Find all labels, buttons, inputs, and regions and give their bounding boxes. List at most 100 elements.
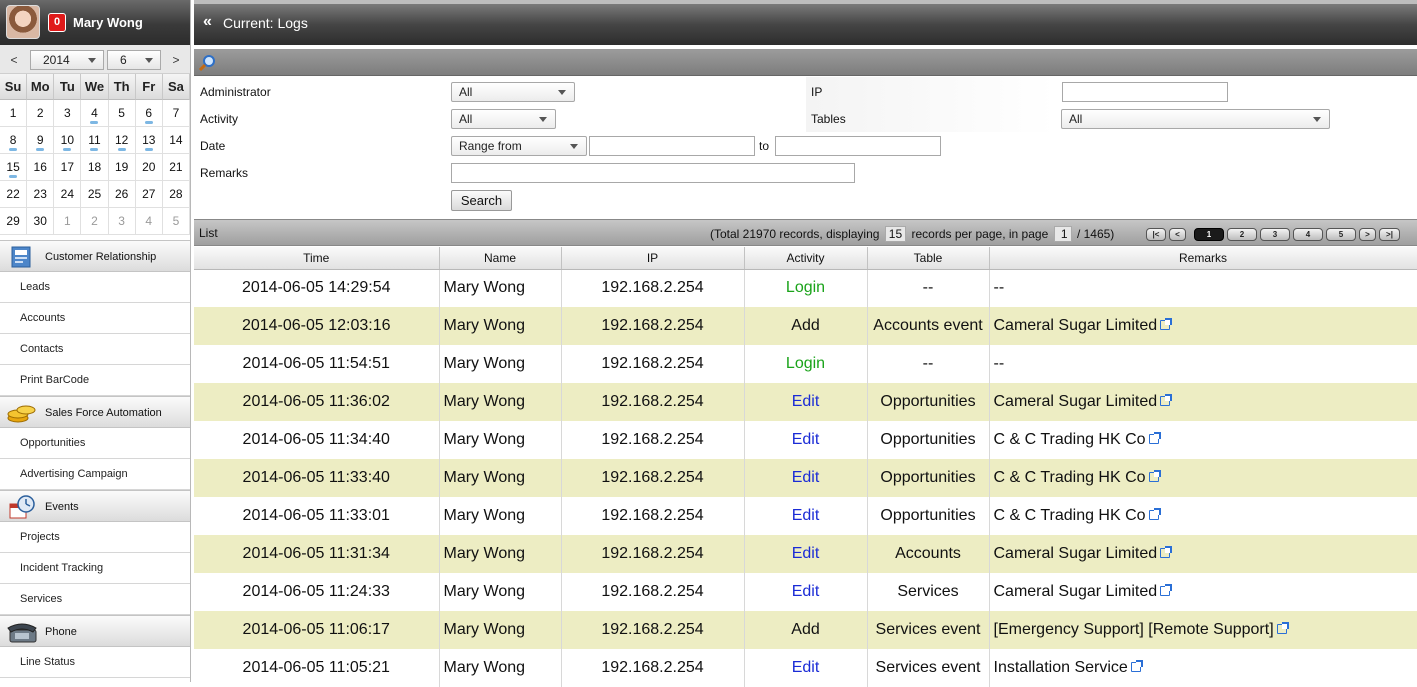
column-header-ip[interactable]: IP [561,247,745,270]
external-link-icon[interactable] [1148,470,1161,482]
calendar-day[interactable]: 29 [0,208,28,235]
calendar-day[interactable]: 7 [162,100,190,127]
calendar-day[interactable]: 3 [54,100,82,127]
cell-activity-text[interactable]: Edit [792,431,820,448]
page-button[interactable]: 1 [1194,228,1224,241]
external-link-icon[interactable] [1130,660,1143,672]
date-from-input[interactable] [589,136,755,156]
calendar-day[interactable]: 2 [81,208,109,235]
calendar-day[interactable]: 28 [162,181,190,208]
table-row[interactable]: 2014-06-05 11:34:40 Mary Wong 192.168.2.25… [194,421,1417,459]
calendar-day[interactable]: 26 [108,181,136,208]
calendar-day[interactable]: 2 [27,100,55,127]
calendar-next-button[interactable]: > [165,51,187,69]
prev-page-button[interactable]: < [1169,228,1186,241]
calendar-day[interactable]: 14 [162,127,190,154]
menu-item-projects[interactable]: Projects [0,522,190,553]
calendar-day[interactable]: 23 [27,181,55,208]
tables-select[interactable]: All [1061,109,1330,129]
cell-activity-text[interactable]: Edit [792,469,820,486]
cell-activity-text[interactable]: Edit [792,545,820,562]
cell-activity-text[interactable]: Login [786,279,825,296]
calendar-year-select[interactable]: 2014 [30,50,104,70]
per-page-input[interactable]: 15 [884,226,907,242]
calendar-day[interactable]: 21 [162,154,190,181]
calendar-day[interactable]: 30 [27,208,55,235]
search-icon[interactable] [198,54,216,72]
table-row[interactable]: 2014-06-05 11:06:17 Mary Wong 192.168.2.25… [194,611,1417,649]
menu-category-customer-relationship[interactable]: Customer Relationship [0,240,190,272]
cell-remarks-text[interactable]: Cameral Sugar Limited [994,393,1158,410]
external-link-icon[interactable] [1160,318,1173,330]
column-header-time[interactable]: Time [194,247,440,270]
notification-badge[interactable]: 0 [48,13,66,32]
calendar-day[interactable]: 9 [27,127,55,154]
table-row[interactable]: 2014-06-05 14:29:54 Mary Wong 192.168.2.25… [194,269,1417,307]
page-button[interactable]: 2 [1227,228,1257,241]
cell-activity-text[interactable]: Edit [792,393,820,410]
menu-category-events[interactable]: Events [0,490,190,522]
cell-remarks-text[interactable]: [Emergency Support] [Remote Support] [994,621,1274,638]
cell-remarks-text[interactable]: C & C Trading HK Co [994,431,1146,448]
calendar-day[interactable]: 13 [135,127,163,154]
calendar-day[interactable]: 4 [135,208,163,235]
external-link-icon[interactable] [1160,584,1173,596]
external-link-icon[interactable] [1160,546,1173,558]
cell-remarks-text[interactable]: Installation Service [994,659,1128,676]
cell-remarks-text[interactable]: Cameral Sugar Limited [994,545,1158,562]
calendar-day[interactable]: 5 [162,208,190,235]
cell-activity-text[interactable]: Edit [792,583,820,600]
calendar-day[interactable]: 20 [135,154,163,181]
calendar-day[interactable]: 18 [81,154,109,181]
column-header-name[interactable]: Name [439,247,562,270]
table-row[interactable]: 2014-06-05 11:54:51 Mary Wong 192.168.2.25… [194,345,1417,383]
table-row[interactable]: 2014-06-05 11:31:34 Mary Wong 192.168.2.25… [194,535,1417,573]
calendar-day[interactable]: 27 [135,181,163,208]
column-header-table[interactable]: Table [867,247,990,270]
activity-select[interactable]: All [451,109,556,129]
first-page-button[interactable]: |< [1146,228,1166,241]
page-input[interactable]: 1 [1053,226,1072,242]
external-link-icon[interactable] [1276,622,1289,634]
calendar-day[interactable]: 12 [108,127,136,154]
cell-remarks-text[interactable]: C & C Trading HK Co [994,507,1146,524]
calendar-day[interactable]: 8 [0,127,28,154]
calendar-day[interactable]: 11 [81,127,109,154]
date-to-input[interactable] [775,136,941,156]
menu-category-phone[interactable]: Phone [0,615,190,647]
last-page-button[interactable]: >| [1379,228,1400,241]
external-link-icon[interactable] [1148,432,1161,444]
table-row[interactable]: 2014-06-05 11:33:40 Mary Wong 192.168.2.25… [194,459,1417,497]
remarks-input[interactable] [451,163,855,183]
next-page-button[interactable]: > [1359,228,1376,241]
ip-input[interactable] [1062,82,1228,102]
external-link-icon[interactable] [1160,394,1173,406]
calendar-month-select[interactable]: 6 [107,50,161,70]
calendar-day[interactable]: 16 [27,154,55,181]
cell-activity-text[interactable]: Edit [792,659,820,676]
calendar-day[interactable]: 1 [0,100,28,127]
administrator-select[interactable]: All [451,82,575,102]
menu-item-advertising-campaign[interactable]: Advertising Campaign [0,459,190,490]
menu-item-print-barcode[interactable]: Print BarCode [0,365,190,396]
date-range-select[interactable]: Range from [451,136,587,156]
page-button[interactable]: 4 [1293,228,1323,241]
menu-item-contacts[interactable]: Contacts [0,334,190,365]
menu-item-leads[interactable]: Leads [0,272,190,303]
cell-activity-text[interactable]: Add [791,621,819,638]
cell-activity-text[interactable]: Login [786,355,825,372]
calendar-day[interactable]: 4 [81,100,109,127]
menu-item-accounts[interactable]: Accounts [0,303,190,334]
calendar-day[interactable]: 22 [0,181,28,208]
table-row[interactable]: 2014-06-05 11:36:02 Mary Wong 192.168.2.25… [194,383,1417,421]
table-row[interactable]: 2014-06-05 11:33:01 Mary Wong 192.168.2.25… [194,497,1417,535]
page-button[interactable]: 3 [1260,228,1290,241]
cell-activity-text[interactable]: Edit [792,507,820,524]
table-row[interactable]: 2014-06-05 12:03:16 Mary Wong 192.168.2.25… [194,307,1417,345]
column-header-activity[interactable]: Activity [744,247,868,270]
calendar-day[interactable]: 5 [108,100,136,127]
calendar-prev-button[interactable]: < [3,51,25,69]
page-button[interactable]: 5 [1326,228,1356,241]
menu-item-incident-tracking[interactable]: Incident Tracking [0,553,190,584]
menu-item-opportunities[interactable]: Opportunities [0,428,190,459]
